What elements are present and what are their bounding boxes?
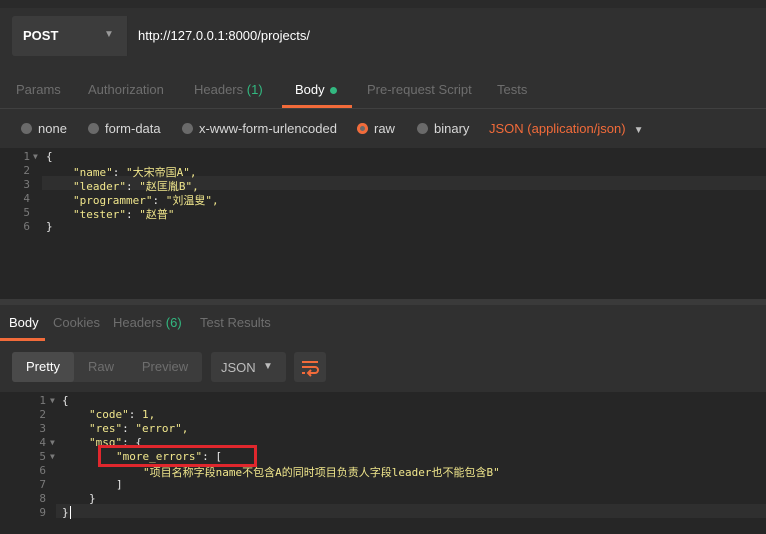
tab-authorization[interactable]: Authorization	[88, 82, 164, 97]
body-type-options: none form-data x-www-form-urlencoded raw…	[0, 115, 766, 141]
chevron-down-icon: ▼	[104, 29, 114, 40]
line-number: 7	[39, 478, 46, 491]
text-cursor	[70, 506, 71, 519]
request-url-bar: POST ▼ http://127.0.0.1:8000/projects/	[12, 16, 766, 56]
radio-icon	[21, 123, 32, 134]
active-tab-underline	[282, 105, 352, 108]
annotation-highlight-box	[98, 445, 257, 467]
radio-raw[interactable]: raw	[357, 121, 395, 136]
radio-icon	[182, 123, 193, 134]
raw-button[interactable]: Raw	[74, 352, 128, 382]
fold-arrow-icon[interactable]: ▼	[50, 438, 55, 447]
url-input[interactable]: http://127.0.0.1:8000/projects/	[128, 16, 766, 56]
preview-button[interactable]: Preview	[130, 352, 200, 382]
content-type-dropdown[interactable]: JSON (application/json) ▼	[489, 121, 643, 136]
chevron-down-icon: ▼	[633, 125, 644, 136]
line-number: 5	[39, 450, 46, 463]
method-dropdown[interactable]: POST ▼	[12, 16, 128, 56]
line-number: 3	[23, 178, 30, 191]
code-line: "res": "error",	[89, 422, 189, 435]
method-label: POST	[23, 28, 59, 43]
current-line-highlight	[56, 504, 766, 518]
format-dropdown[interactable]: JSON ▼	[211, 352, 286, 382]
radio-icon	[417, 123, 428, 134]
tab-headers[interactable]: Headers (1)	[194, 82, 263, 97]
line-number: 6	[39, 464, 46, 477]
line-number: 2	[39, 408, 46, 421]
line-number: 6	[23, 220, 30, 233]
fold-arrow-icon[interactable]: ▼	[33, 152, 38, 161]
radio-none[interactable]: none	[21, 121, 67, 136]
wrap-lines-icon	[302, 361, 319, 377]
tab-test-results[interactable]: Test Results	[200, 315, 271, 330]
view-mode-segmented: Pretty Raw Preview	[12, 352, 202, 382]
tab-body[interactable]: Body	[295, 82, 337, 97]
code-line: ]	[116, 478, 123, 491]
line-number: 3	[39, 422, 46, 435]
fold-arrow-icon[interactable]: ▼	[50, 396, 55, 405]
line-number: 4	[23, 192, 30, 205]
format-label: JSON	[221, 360, 256, 375]
code-line: "tester": "赵普"	[73, 208, 175, 221]
code-line: }	[46, 220, 53, 233]
code-line: {	[46, 150, 53, 163]
radio-form-data[interactable]: form-data	[88, 121, 161, 136]
active-tab-underline	[0, 338, 45, 341]
line-number: 2	[23, 164, 30, 177]
line-number: 1	[23, 150, 30, 163]
response-tabs: Body Cookies Headers (6) Test Results	[0, 305, 766, 341]
line-number: 1	[39, 394, 46, 407]
tab-response-body[interactable]: Body	[9, 315, 39, 330]
tab-params[interactable]: Params	[16, 82, 61, 97]
line-number: 8	[39, 492, 46, 505]
tab-pre-request-script[interactable]: Pre-request Script	[367, 82, 472, 97]
request-body-editor[interactable]: 1 ▼ { 2 "name": "大宋帝国A", 3 "leader": "赵匡…	[0, 148, 766, 299]
code-line: }	[62, 506, 69, 519]
tab-cookies[interactable]: Cookies	[53, 315, 100, 330]
tab-tests[interactable]: Tests	[497, 82, 527, 97]
radio-icon	[88, 123, 99, 134]
pretty-button[interactable]: Pretty	[12, 352, 74, 382]
fold-arrow-icon[interactable]: ▼	[50, 452, 55, 461]
url-text: http://127.0.0.1:8000/projects/	[138, 28, 311, 43]
line-number: 9	[39, 506, 46, 519]
radio-binary[interactable]: binary	[417, 121, 469, 136]
headers-count: (6)	[165, 315, 182, 330]
headers-count: (1)	[246, 82, 263, 97]
line-number: 4	[39, 436, 46, 449]
request-tabs: Params Authorization Headers (1) Body Pr…	[0, 72, 766, 109]
code-line: }	[89, 492, 96, 505]
code-line: {	[62, 394, 69, 407]
tab-response-headers[interactable]: Headers (6)	[113, 315, 182, 330]
body-indicator-dot	[329, 87, 337, 95]
radio-x-www-form-urlencoded[interactable]: x-www-form-urlencoded	[182, 121, 337, 136]
line-number: 5	[23, 206, 30, 219]
wrap-lines-button[interactable]	[294, 352, 326, 382]
chevron-down-icon: ▼	[263, 361, 273, 372]
radio-selected-icon	[357, 123, 368, 134]
code-line: "code": 1,	[89, 408, 156, 421]
window-top-strip	[0, 0, 766, 8]
